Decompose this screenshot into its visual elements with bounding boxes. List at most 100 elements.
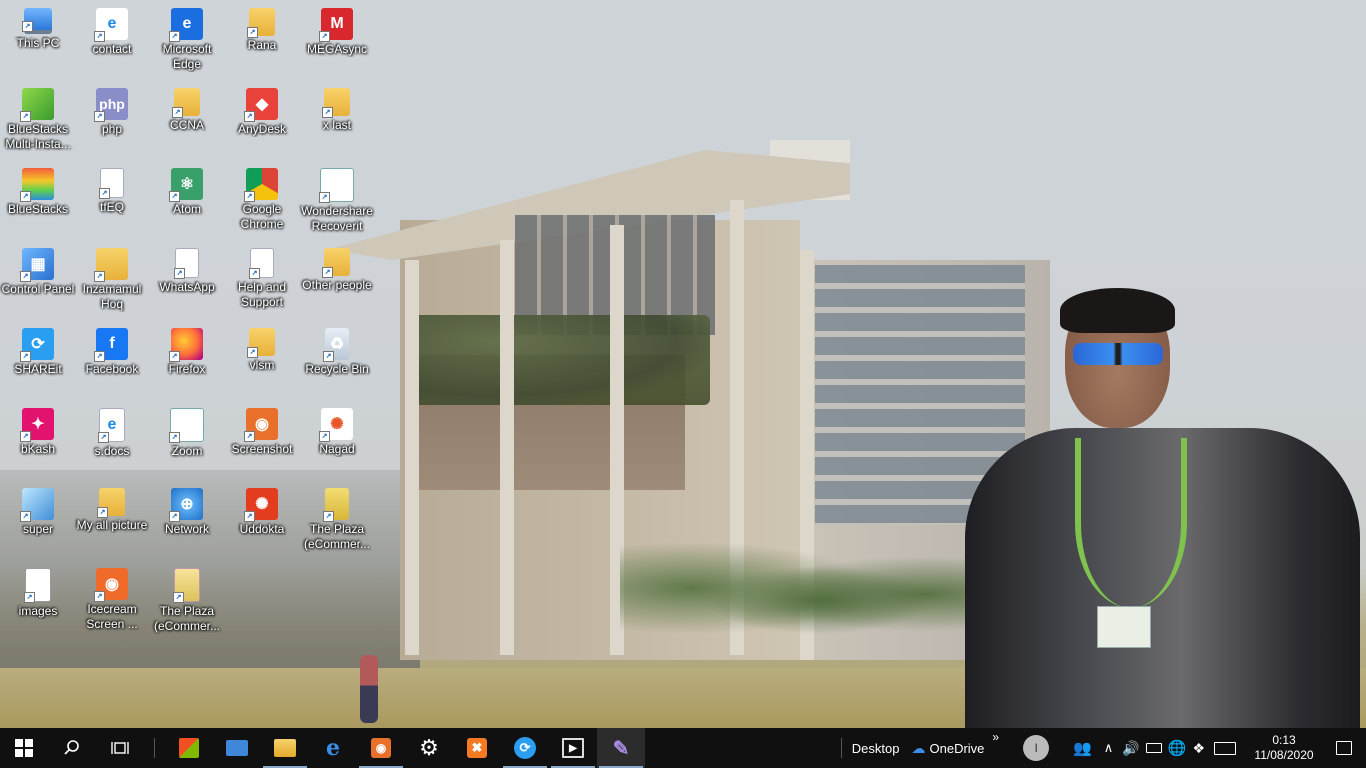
desktop-icon-label: The Plaza (eCommer... xyxy=(303,522,370,551)
desktop-icon-my-all-picture[interactable]: ↗ My all picture xyxy=(74,482,150,560)
clock-date: 11/08/2020 xyxy=(1254,748,1314,762)
start-button[interactable] xyxy=(0,728,48,768)
desktop-icon-the-plaza-ecommer[interactable]: ↗ The Plaza (eCommer... xyxy=(299,482,375,560)
desktop-icon-icecream-screen[interactable]: ◉ ↗ Icecream Screen ... xyxy=(74,562,150,640)
wallpaper-walking-person xyxy=(360,655,378,723)
icecream-icon: ◉ ↗ xyxy=(94,568,128,602)
shortcut-arrow-icon: ↗ xyxy=(94,591,105,602)
desktop-icon-s-docs[interactable]: e ↗ s.docs xyxy=(74,402,150,480)
shortcut-arrow-icon: ↗ xyxy=(169,31,180,42)
shortcut-arrow-icon: ↗ xyxy=(97,507,108,518)
desktop-icon-label: WhatsApp xyxy=(159,280,215,294)
desktop-icon-label: Firefox xyxy=(168,362,206,376)
desktop-icon-help-and-support[interactable]: ↗ Help and Support xyxy=(224,242,300,320)
desktop-icon-rana[interactable]: ↗ Rana xyxy=(224,2,300,80)
wallpaper-trees xyxy=(620,540,980,660)
document-icon: ↗ xyxy=(249,248,274,279)
desktop-icon-bluestacks-multi-insta[interactable]: ↗ BlueStacks Multi-Insta... xyxy=(0,82,76,160)
taskbar-file-explorer[interactable] xyxy=(261,728,309,768)
toolbar-overflow-button[interactable]: » xyxy=(986,726,1005,770)
chevron-up-icon: ∧ xyxy=(1103,740,1114,755)
shortcut-arrow-icon: ↗ xyxy=(20,191,31,202)
desktop-icon-label: super xyxy=(22,522,54,536)
task-view-icon xyxy=(111,742,129,754)
desktop-icon-shareit[interactable]: ⟳ ↗ SHAREit xyxy=(0,322,76,400)
desktop-icon-recycle-bin[interactable]: ♻ ↗ Recycle Bin xyxy=(299,322,375,400)
task-view-button[interactable] xyxy=(96,728,144,768)
dropbox-button[interactable]: ❖ xyxy=(1189,728,1208,768)
taskbar-separator xyxy=(154,738,155,758)
taskbar-xampp[interactable]: ✖ xyxy=(453,728,501,768)
desktop-icon-screenshot[interactable]: ◉ ↗ Screenshot xyxy=(224,402,300,480)
action-center-button[interactable] xyxy=(1326,728,1366,768)
shortcut-arrow-icon: ↗ xyxy=(169,351,180,362)
onedrive-toolbar[interactable]: ☁ OneDrive xyxy=(906,728,987,768)
desktop-icon-label: tfEQ xyxy=(99,200,124,214)
shortcut-arrow-icon: ↗ xyxy=(322,107,333,118)
taskbar-video-editor[interactable]: ▶ xyxy=(549,728,597,768)
desktop-icon-facebook[interactable]: f ↗ Facebook xyxy=(74,322,150,400)
taskbar-remote-desktop[interactable] xyxy=(213,728,261,768)
taskbar-microsoft-store[interactable] xyxy=(165,728,213,768)
desktop-icon-super[interactable]: ↗ super xyxy=(0,482,76,560)
volume-button[interactable]: 🔊 xyxy=(1119,728,1142,768)
desktop-icon-x-last[interactable]: ↗ x last xyxy=(299,82,375,160)
desktop-icon-google-chrome[interactable]: ↗ Google Chrome xyxy=(224,162,300,240)
desktop-icon-microsoft-edge[interactable]: e ↗ Microsoft Edge xyxy=(149,2,225,80)
desktop-icon-whatsapp[interactable]: ↗ WhatsApp xyxy=(149,242,225,320)
folder-icon: ↗ xyxy=(97,488,125,518)
desktop-icon-ccna[interactable]: ↗ CCNA xyxy=(149,82,225,160)
show-hidden-icons-button[interactable]: ∧ xyxy=(1098,728,1120,768)
desktop-icon-zoom[interactable]: ▤ ↗ Zoom xyxy=(149,402,225,480)
search-button[interactable] xyxy=(48,728,96,768)
windows-start-icon xyxy=(15,739,33,757)
bluestacks-multi-icon: ↗ xyxy=(20,88,54,122)
feather-app-icon: ✎ xyxy=(612,737,630,760)
desktop-icon-uddokta[interactable]: ✺ ↗ Uddokta xyxy=(224,482,300,560)
desktop-icon-anydesk[interactable]: ◆ ↗ AnyDesk xyxy=(224,82,300,160)
desktop-icon-contact[interactable]: e ↗ contact xyxy=(74,2,150,80)
super-icon: ↗ xyxy=(20,488,54,522)
desktop-toolbar[interactable]: Desktop xyxy=(846,728,906,768)
desktop-icon-this-pc[interactable]: ↗ This PC xyxy=(0,2,76,80)
clock[interactable]: 0:13 11/08/2020 xyxy=(1242,728,1326,768)
desktop-icon-network[interactable]: ⊕ ↗ Network xyxy=(149,482,225,560)
touch-keyboard-button[interactable] xyxy=(1208,728,1242,768)
desktop-icon-wondershare-recoverit[interactable]: ▤ ↗ Wondershare Recoverit xyxy=(299,162,375,240)
battery-icon xyxy=(1145,743,1162,753)
taskbar-settings[interactable]: ⚙ xyxy=(405,728,453,768)
desktop-icon-nagad[interactable]: ✺ ↗ Nagad xyxy=(299,402,375,480)
network-tray-button[interactable]: 🌐 xyxy=(1165,728,1190,768)
desktop-icon-other-people[interactable]: ↗ Other people xyxy=(299,242,375,320)
shareit-taskbar-icon: ⟳ xyxy=(514,737,536,759)
desktop-icon-php[interactable]: php ↗ php xyxy=(74,82,150,160)
shortcut-arrow-icon: ↗ xyxy=(169,432,180,443)
desktop-icon-images[interactable]: ↗ images xyxy=(0,562,76,640)
taskbar-edge[interactable]: e xyxy=(309,728,357,768)
edge-doc-icon: e ↗ xyxy=(98,408,125,443)
desktop-icon-megasync[interactable]: M ↗ MEGAsync xyxy=(299,2,375,80)
desktop-icon-atom[interactable]: ⚛ ↗ Atom xyxy=(149,162,225,240)
people-button[interactable]: 👥 xyxy=(1067,728,1098,768)
desktop-icon-label: Wondershare Recoverit xyxy=(301,204,373,233)
onedrive-label: OneDrive xyxy=(929,740,985,756)
desktop-icon-label: Google Chrome xyxy=(240,202,284,231)
battery-button[interactable] xyxy=(1143,728,1165,768)
desktop-icon-firefox[interactable]: ↗ Firefox xyxy=(149,322,225,400)
account-button[interactable]: I xyxy=(1005,728,1067,768)
desktop-icon-label: php xyxy=(101,122,123,136)
desktop-icon-bluestacks[interactable]: ↗ BlueStacks xyxy=(0,162,76,240)
desktop-icon-inzamamul-hoq[interactable]: ↗ Inzamamul Hoq xyxy=(74,242,150,320)
desktop-icon-bkash[interactable]: ✦ ↗ bKash xyxy=(0,402,76,480)
desktop-icon-the-plaza-ecommer[interactable]: ↗ The Plaza (eCommer... xyxy=(149,562,225,640)
desktop-icon-tfeq[interactable]: ↗ tfEQ xyxy=(74,162,150,240)
taskbar-screenshot[interactable]: ◉ xyxy=(357,728,405,768)
desktop-icon-control-panel[interactable]: ▦ ↗ Control Panel xyxy=(0,242,76,320)
firefox-icon: ↗ xyxy=(169,328,203,362)
taskbar-shareit[interactable]: ⟳ xyxy=(501,728,549,768)
desktop-icon-label: Nagad xyxy=(319,442,355,456)
keyboard-icon xyxy=(1214,741,1236,755)
network-icon: ⊕ ↗ xyxy=(169,488,203,522)
taskbar-feather-app[interactable]: ✎ xyxy=(597,728,645,768)
desktop-icon-vlsm[interactable]: ↗ vlsm xyxy=(224,322,300,400)
